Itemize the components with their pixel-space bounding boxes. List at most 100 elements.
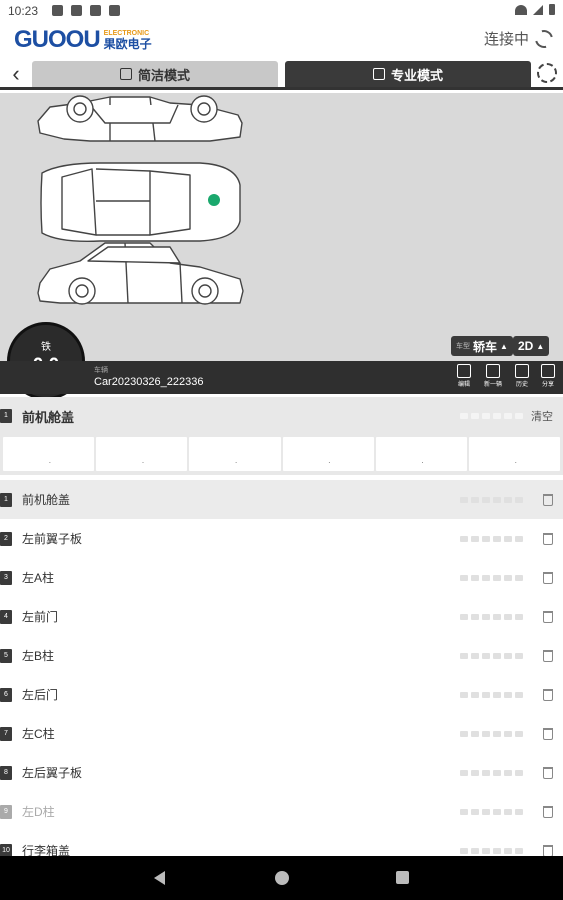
part-label: 左A柱: [22, 571, 55, 585]
measurement-cell[interactable]: .: [468, 437, 561, 471]
view-mode-select[interactable]: 2D ▲: [513, 336, 550, 356]
measurement-cell[interactable]: .: [189, 437, 281, 471]
reading-slots: [460, 413, 523, 419]
part-label: 左C柱: [22, 727, 55, 741]
action-label: 分享: [541, 382, 554, 388]
trash-icon[interactable]: [543, 766, 553, 779]
brand-logo: GUOOU ELECTRONIC 果欧电子: [14, 26, 152, 54]
trash-icon[interactable]: [543, 493, 553, 506]
measurement-cell[interactable]: .: [375, 437, 467, 471]
list-item[interactable]: 2 左前翼子板: [0, 519, 563, 558]
car-icon: [372, 68, 385, 80]
action-label: 编辑: [457, 382, 470, 388]
list-item[interactable]: 9 左D柱: [0, 792, 563, 831]
record-infobar: 车辆 Car20230326_222336 编辑 新一辆 历史 分享: [0, 361, 563, 394]
sync-icon[interactable]: [531, 26, 557, 51]
trash-icon[interactable]: [543, 532, 553, 545]
view-mode-label: 2D: [518, 339, 534, 353]
nav-home-icon[interactable]: [275, 871, 289, 885]
record-label: 车辆: [94, 367, 108, 374]
edit-icon: [457, 364, 471, 378]
list-icon: [119, 68, 132, 80]
tab-label: 简洁模式: [137, 67, 190, 83]
reading-slots: [460, 808, 523, 815]
tab-label: 专业模式: [390, 67, 443, 83]
connection-status[interactable]: 连接中: [484, 26, 557, 51]
brand-word: GUOOU: [14, 26, 101, 53]
trash-icon[interactable]: [543, 805, 553, 818]
trash-icon[interactable]: [543, 571, 553, 584]
part-number-badge: 5: [0, 648, 12, 663]
reading-slots: [460, 691, 523, 698]
trash-icon[interactable]: [543, 688, 553, 701]
part-number-badge: 6: [0, 687, 12, 702]
part-number-badge: 3: [0, 570, 12, 585]
sd-card-icon: [109, 5, 120, 16]
share-button[interactable]: 分享: [536, 364, 560, 392]
part-number-badge: 2: [0, 531, 12, 546]
clear-button[interactable]: 清空: [531, 408, 553, 424]
measurement-cell[interactable]: .: [96, 437, 188, 471]
list-item[interactable]: 3 左A柱: [0, 558, 563, 597]
battery-icon: [549, 4, 555, 15]
list-item[interactable]: 7 左C柱: [0, 714, 563, 753]
share-icon: [541, 364, 555, 378]
system-navbar: [0, 856, 563, 900]
part-label: 左前门: [22, 610, 59, 624]
trash-icon[interactable]: [543, 844, 553, 857]
car-right-side-view: [37, 95, 243, 142]
system-icons: [515, 4, 555, 15]
reading-slots: [460, 613, 523, 620]
action-label: 历史: [515, 382, 528, 388]
vehicle-type-select[interactable]: 车型 轿车 ▲: [451, 336, 513, 356]
mode-tabbar: ‹ 简洁模式 专业模式: [0, 58, 563, 90]
tab-simple-mode[interactable]: 简洁模式: [32, 61, 278, 87]
nav-recents-icon[interactable]: [396, 871, 409, 884]
nav-back-icon[interactable]: [154, 871, 165, 885]
trash-icon[interactable]: [543, 727, 553, 740]
vehicle-type-prefix: 车型: [456, 343, 470, 350]
car-left-side-view: [37, 242, 244, 305]
part-number-badge: 9: [0, 804, 12, 819]
part-number-badge: 8: [0, 765, 12, 780]
reading-slots: [460, 652, 523, 659]
app-bar: GUOOU ELECTRONIC 果欧电子 连接中: [0, 22, 563, 58]
part-number-badge: 1: [0, 409, 12, 423]
reading-slots: [460, 847, 523, 854]
reading-slots: [460, 730, 523, 737]
list-item[interactable]: 4 左前门: [0, 597, 563, 636]
part-label: 左后门: [22, 688, 59, 702]
part-label: 左前翼子板: [22, 532, 83, 546]
vehicle-type-label: 轿车: [473, 339, 498, 354]
action-label: 新一辆: [483, 382, 502, 388]
status-bar: 10:23: [0, 0, 563, 22]
part-label: 左D柱: [22, 805, 55, 819]
measurement-cells: . . . . . .: [0, 435, 563, 475]
trash-icon[interactable]: [543, 610, 553, 623]
part-number-badge: 1: [0, 492, 12, 507]
reading-slots: [460, 496, 523, 503]
reading-slots: [460, 535, 523, 542]
reading-slots: [460, 769, 523, 776]
trash-icon[interactable]: [543, 649, 553, 662]
list-item[interactable]: 1 前机舱盖: [0, 480, 563, 519]
new-car-button[interactable]: 新一辆: [481, 364, 505, 392]
part-number-badge: 4: [0, 609, 12, 624]
parts-list: 1 前机舱盖 2 左前翼子板 3 左A柱 4 左前门 5 左B柱 6 左后门 7…: [0, 480, 563, 870]
notification-icon: [71, 5, 82, 16]
brand-en: ELECTRONIC: [103, 30, 150, 37]
measurement-cell[interactable]: .: [282, 437, 374, 471]
part-label: 左后翼子板: [22, 766, 83, 780]
edit-button[interactable]: 编辑: [452, 364, 476, 392]
history-button[interactable]: 历史: [510, 364, 534, 392]
gear-icon[interactable]: [537, 63, 557, 83]
list-item[interactable]: 5 左B柱: [0, 636, 563, 675]
part-label: 前机舱盖: [22, 493, 71, 507]
measurement-cell[interactable]: .: [3, 437, 95, 471]
measurement-marker[interactable]: [208, 194, 220, 206]
tab-pro-mode[interactable]: 专业模式: [285, 61, 531, 87]
list-item[interactable]: 6 左后门: [0, 675, 563, 714]
current-part-header: 1 前机舱盖 清空: [0, 397, 563, 435]
list-item[interactable]: 8 左后翼子板: [0, 753, 563, 792]
back-button[interactable]: ‹: [4, 60, 28, 88]
